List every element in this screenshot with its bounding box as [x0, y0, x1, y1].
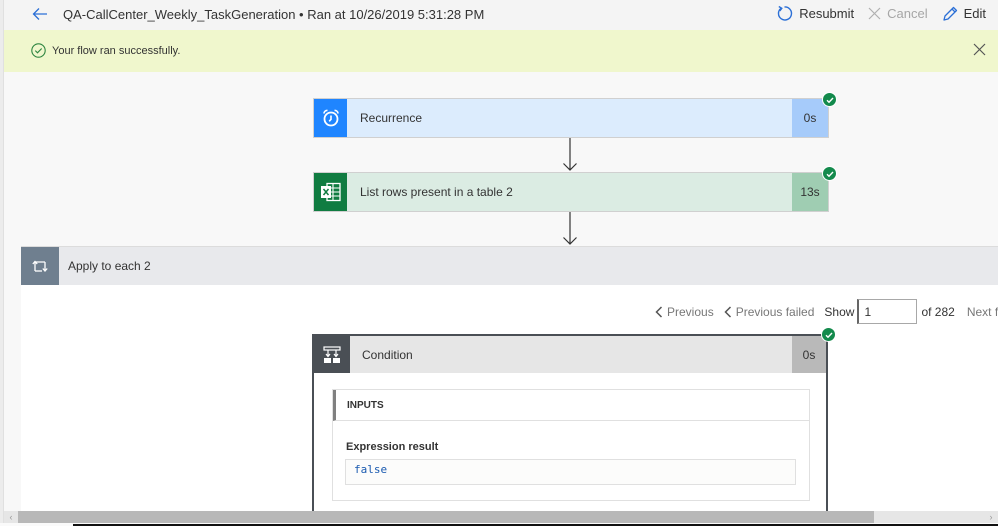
page-title: QA-CallCenter_Weekly_TaskGeneration • Ra…	[63, 7, 485, 22]
scroll-left-button[interactable]: ‹	[4, 511, 18, 523]
apply-to-each-name: Apply to each 2	[68, 259, 151, 273]
apply-to-each-header[interactable]: Apply to each 2	[21, 247, 998, 285]
step-icon-box	[314, 99, 347, 137]
condition-icon-box	[314, 336, 350, 373]
success-check-icon	[822, 92, 837, 107]
step-name: Recurrence	[360, 111, 423, 125]
header-actions: Resubmit Cancel Edit	[776, 5, 986, 22]
previous-label: Previous	[667, 304, 714, 319]
condition-header[interactable]: Condition 0s	[314, 336, 826, 373]
success-banner: Your flow ran successfully.	[4, 30, 998, 72]
close-icon	[868, 7, 881, 20]
loop-icon	[32, 260, 48, 272]
check-circle-icon	[31, 43, 46, 58]
resubmit-label: Resubmit	[799, 6, 855, 21]
iteration-input[interactable]	[857, 299, 918, 324]
chevron-left-icon	[724, 305, 731, 318]
back-button[interactable]	[30, 4, 50, 24]
step-card-list-rows[interactable]: List rows present in a table 2 13s	[313, 166, 837, 212]
step-icon-box	[314, 173, 347, 211]
step-card-recurrence[interactable]: Recurrence 0s	[313, 92, 837, 138]
refresh-icon	[778, 5, 793, 21]
scroll-right-button[interactable]: ›	[984, 511, 998, 523]
next-failed-button[interactable]: Next f	[967, 305, 998, 319]
header-bar: QA-CallCenter_Weekly_TaskGeneration • Ra…	[4, 0, 998, 30]
arrow-left-icon	[32, 8, 47, 20]
success-check-icon	[821, 327, 836, 342]
expression-result-value: false	[345, 459, 796, 485]
show-label: Show	[824, 304, 855, 319]
previous-failed-button[interactable]: Previous failed	[724, 304, 815, 319]
step-name: List rows present in a table 2	[360, 185, 513, 199]
flow-arrow-icon	[563, 212, 577, 245]
iteration-total: of 282	[921, 304, 955, 319]
next-label: Next f	[966, 304, 998, 319]
iteration-pager: Previous Previous failed Show of 282 Nex…	[655, 299, 998, 324]
flow-run-page: QA-CallCenter_Weekly_TaskGeneration • Ra…	[0, 0, 998, 526]
cancel-label: Cancel	[887, 6, 928, 21]
excel-icon	[320, 182, 341, 202]
cancel-button[interactable]: Cancel	[868, 6, 928, 21]
condition-card: Condition 0s INPUTS Expression result fa…	[312, 327, 836, 524]
banner-message: Your flow ran successfully.	[52, 45, 181, 57]
previous-failed-label: Previous failed	[735, 304, 815, 319]
apply-icon-box	[21, 247, 59, 285]
dismiss-banner-icon[interactable]	[973, 43, 986, 56]
condition-name: Condition	[362, 347, 413, 362]
inputs-panel: INPUTS Expression result false	[332, 389, 810, 501]
resubmit-button[interactable]: Resubmit	[776, 5, 854, 22]
left-rail	[0, 0, 4, 526]
expression-result-label: Expression result	[346, 441, 439, 453]
edit-label: Edit	[963, 6, 986, 21]
flow-arrow-icon	[563, 138, 577, 171]
edit-button[interactable]: Edit	[942, 6, 986, 22]
condition-duration: 0s	[792, 336, 826, 373]
chevron-left-icon	[655, 305, 663, 318]
condition-icon	[323, 345, 341, 363]
success-check-icon	[822, 166, 837, 181]
previous-button[interactable]: Previous	[655, 305, 714, 319]
step-duration: 0s	[792, 99, 828, 137]
horizontal-scrollbar[interactable]: ‹ ›	[4, 511, 998, 523]
apply-to-each-container: Apply to each 2 Previous Previous failed…	[21, 246, 998, 524]
step-duration: 13s	[792, 173, 828, 211]
inputs-header[interactable]: INPUTS	[333, 390, 809, 421]
scrollbar-thumb[interactable]	[18, 511, 874, 523]
pencil-icon	[942, 6, 957, 21]
alarm-clock-icon	[322, 109, 339, 127]
